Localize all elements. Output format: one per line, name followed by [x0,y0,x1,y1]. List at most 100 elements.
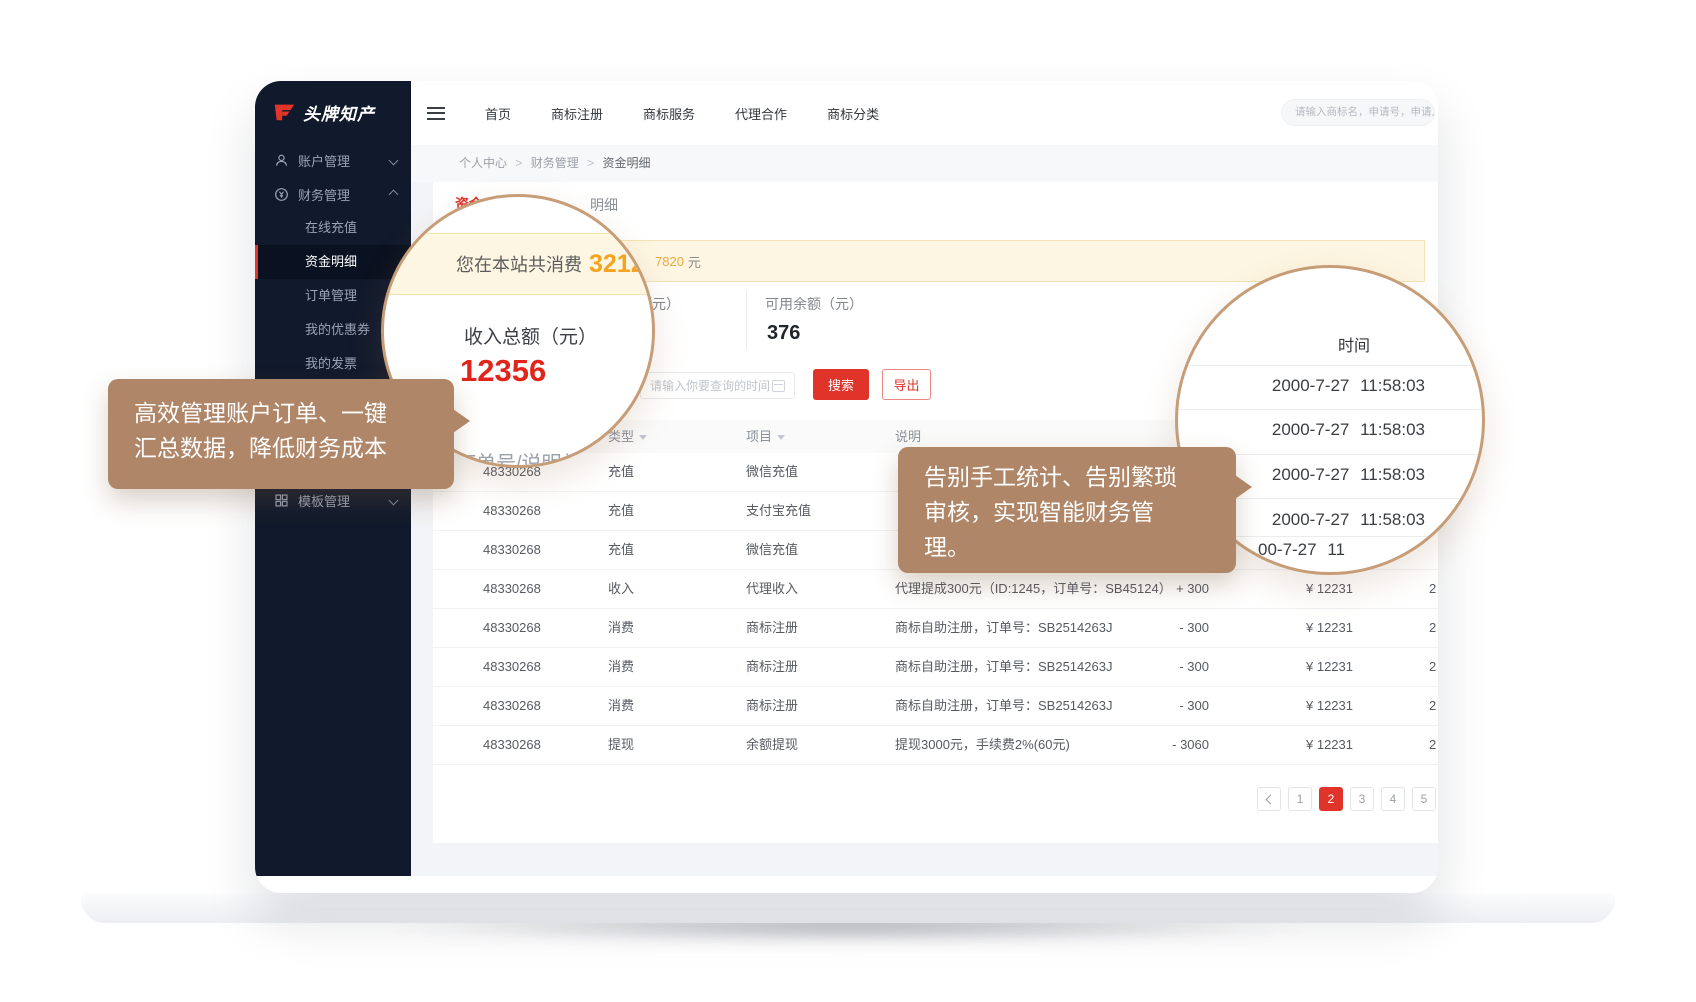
pagination-page-4[interactable]: 4 [1381,787,1405,811]
table-row: 48330268消费商标注册商标自助注册，订单号：SB2514263J- 300… [433,648,1438,687]
export-button[interactable]: 导出 [882,369,931,400]
pagination-page-1[interactable]: 1 [1288,787,1312,811]
cell-time: 2 [1429,726,1438,764]
breadcrumb-item[interactable]: 财务管理 [531,156,579,170]
cell-time: 2 [1429,687,1438,725]
pagination-page-5[interactable]: 5 [1412,787,1436,811]
breadcrumb-item-current: 资金明细 [602,156,650,170]
column-header-type[interactable]: 类型 [608,420,700,453]
cell-type: 消费 [608,648,700,686]
hamburger-menu-icon[interactable] [427,107,445,120]
cell-amount: - 3060 [1123,726,1209,764]
magnified-banner: 您在本站共消费 32124 [384,233,655,295]
cell-type: 提现 [608,726,700,764]
column-header-project[interactable]: 项目 [746,420,878,453]
cell-balance: ¥ 12231 [1261,648,1353,686]
search-button[interactable]: 搜索 [813,369,869,400]
breadcrumb: 个人中心 > 财务管理 > 资金明细 [411,145,1438,182]
sidebar-item-label: 财务管理 [298,185,381,204]
cell-amount: - 300 [1123,687,1209,725]
date-query-input[interactable]: 请输入你要查询的时间 [640,372,795,399]
cell-amount: - 300 [1123,609,1209,647]
brand-logo-icon [272,100,296,124]
sidebar-item-label: 模板管理 [298,491,381,510]
cell-order: 48330268 [483,570,595,608]
magnified-banner-prefix: 您在本站共消费 [456,251,582,277]
cell-order: 48330268 [483,531,595,569]
tab-other-fragment[interactable]: 明细 [590,195,618,215]
cell-amount: + 300 [1123,570,1209,608]
cell-order: 48330268 [483,609,595,647]
magnified-income-label: 收入总额（元） [464,322,597,349]
cell-amount: - 300 [1123,648,1209,686]
cell-order: 48330268 [483,492,595,530]
pagination-page-3[interactable]: 3 [1350,787,1374,811]
table-row: 48330268消费商标注册商标自助注册，订单号：SB2514263J- 300… [433,687,1438,726]
sidebar-item-finance[interactable]: 财务管理 [255,177,411,211]
magnified-keyword-header: 订单号/说明关键词 [456,447,622,468]
nav-item[interactable]: 代理合作 [735,104,787,123]
chevron-down-icon [389,495,399,505]
cell-time: 2 [1429,609,1438,647]
magnified-banner-value: 32124 [589,250,655,279]
brand-name: 头牌知产 [303,100,375,125]
cell-project: 代理收入 [746,570,878,608]
cell-balance: ¥ 12231 [1261,687,1353,725]
sort-caret-icon [639,435,647,440]
magnified-time-value: 2000-7-27 11:58:03 [1272,465,1425,485]
cell-time: 2 [1429,570,1438,608]
chevron-left-icon [1266,794,1276,804]
date-query-placeholder: 请输入你要查询的时间 [650,377,770,394]
cell-type: 充值 [608,531,700,569]
breadcrumb-item[interactable]: 个人中心 [459,156,507,170]
laptop-base [81,893,1615,923]
cell-balance: ¥ 12231 [1261,609,1353,647]
magnified-time-value: 2000-7-27 11:58:03 [1272,420,1425,440]
stat-balance-value: 376 [767,322,800,345]
breadcrumb-separator: > [587,156,594,170]
template-icon [274,493,289,508]
cell-order: 48330268 [483,726,595,764]
consumption-unit: 元 [688,252,701,271]
brand-logo: 头牌知产 [255,81,411,143]
magnified-row-separator [1178,365,1485,366]
magnified-time-value: 2000-7-27 11:58:03 [1272,376,1425,396]
cell-project: 余额提现 [746,726,878,764]
nav-item[interactable]: 商标注册 [551,104,603,123]
pagination-page-2[interactable]: 2 [1319,787,1343,811]
cell-project: 商标注册 [746,687,878,725]
table-row: 48330268收入代理收入代理提成300元（ID:1245，订单号：SB451… [433,570,1438,609]
sort-caret-icon [777,435,785,440]
cell-type: 充值 [608,492,700,530]
pagination: 12345 [1257,787,1436,811]
table-row: 48330268消费商标注册商标自助注册，订单号：SB2514263J- 300… [433,609,1438,648]
nav-item[interactable]: 商标服务 [643,104,695,123]
magnified-income-value: 12356 [460,353,546,389]
chevron-up-icon [389,189,399,199]
cell-balance: ¥ 12231 [1261,726,1353,764]
finance-icon [274,187,289,202]
cell-project: 商标注册 [746,609,878,647]
nav-item[interactable]: 首页 [485,104,511,123]
stat-balance-label: 可用余额（元） [765,294,863,314]
magnified-time-header: 时间 [1338,332,1370,356]
calendar-icon [772,380,785,392]
cell-order: 48330268 [483,648,595,686]
cell-type: 收入 [608,570,700,608]
cell-type: 消费 [608,687,700,725]
consumption-rest-value: 7820 [655,254,684,269]
pagination-prev-button[interactable] [1257,787,1281,811]
cell-balance: ¥ 12231 [1261,570,1353,608]
callout-right: 告别手工统计、告别繁琐审核，实现智能财务管理。 [898,447,1236,573]
cell-order: 48330268 [483,687,595,725]
callout-left: 高效管理账户订单、一键汇总数据，降低财务成本 [108,379,454,489]
stat-divider [746,290,747,350]
cell-time: 2 [1429,648,1438,686]
cell-project: 微信充值 [746,531,878,569]
laptop-mockup: 头牌知产 账户管理 财务管理 在线充值资金明细订单管理我的优惠券我的发票 [0,0,1696,1002]
sidebar-item-account[interactable]: 账户管理 [255,143,411,177]
nav-item[interactable]: 商标分类 [827,104,879,123]
trademark-search-input[interactable]: 请输入商标名，申请号，申请人 [1281,99,1435,126]
cell-type: 消费 [608,609,700,647]
cell-project: 支付宝充值 [746,492,878,530]
